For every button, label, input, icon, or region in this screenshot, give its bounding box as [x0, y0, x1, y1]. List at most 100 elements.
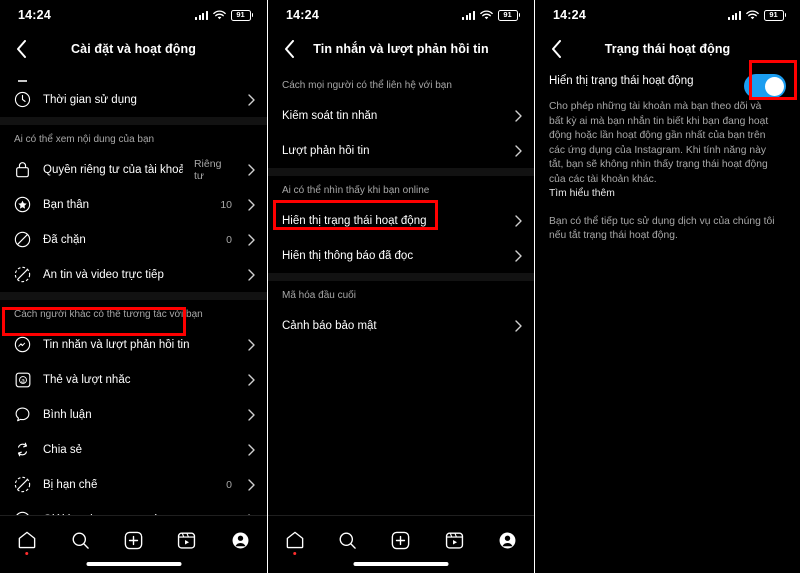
wifi-icon	[745, 9, 759, 19]
chevron-right-icon	[248, 373, 255, 386]
row-label: Cảnh báo bảo mật	[282, 319, 377, 332]
tab-reels[interactable]	[170, 525, 204, 555]
partial-row-above	[0, 68, 267, 82]
home-icon	[18, 531, 36, 549]
back-chevron-icon[interactable]	[545, 38, 567, 60]
row-blocked[interactable]: Đã chặn 0	[0, 222, 267, 257]
row-restricted[interactable]: Bị hạn chế 0	[0, 467, 267, 502]
panel-activity-status: 14:24 91 Trạng thái hoạt động Hiển thị t…	[534, 0, 800, 573]
battery-icon: 91	[763, 9, 786, 21]
profile-icon	[499, 532, 516, 548]
row-label: Lượt phản hồi tin	[282, 144, 370, 157]
row-story-replies[interactable]: Lượt phản hồi tin	[268, 133, 534, 168]
nav-header: Trạng thái hoạt động	[535, 30, 800, 68]
status-time: 14:24	[18, 8, 51, 22]
battery-level: 91	[236, 10, 245, 20]
chevron-right-icon	[248, 478, 255, 491]
bottom-tab-bar	[268, 515, 534, 573]
status-bar: 14:24 91	[535, 0, 800, 30]
tab-home[interactable]	[10, 525, 44, 555]
back-chevron-icon[interactable]	[278, 38, 300, 60]
chevron-right-icon	[248, 233, 255, 246]
tab-search[interactable]	[331, 525, 365, 555]
bottom-tab-bar	[0, 515, 267, 573]
battery-level: 91	[769, 10, 778, 20]
chevron-right-icon	[515, 109, 522, 122]
panel-messages-and-story-replies: 14:24 91 Tin nhắn và lượt phản hồi tin C…	[267, 0, 534, 573]
tab-profile[interactable]	[490, 525, 524, 555]
row-screen-time[interactable]: Thời gian sử dụng	[0, 82, 267, 117]
wifi-icon	[212, 9, 226, 19]
chevron-right-icon	[248, 338, 255, 351]
battery-icon: 91	[497, 9, 520, 21]
panel-settings-and-activity: 14:24 91 Cài đặt và hoạt động Thời gian …	[0, 0, 267, 573]
row-label: Hiển thị trạng thái hoạt động	[282, 214, 427, 227]
home-badge-dot	[24, 551, 29, 555]
row-security-alerts[interactable]: Cảnh báo bảo mật	[268, 308, 534, 343]
tab-create[interactable]	[384, 525, 418, 555]
row-messages-and-story-replies[interactable]: Tin nhắn và lượt phản hồi tin	[0, 327, 267, 362]
three-phone-screenshots: 14:24 91 Cài đặt và hoạt động Thời gian …	[0, 0, 800, 573]
lock-icon	[13, 160, 32, 179]
section-header-end-to-end-encryption: Mã hóa đầu cuối	[282, 290, 356, 301]
back-chevron-icon[interactable]	[10, 38, 32, 60]
activity-status-label: Hiển thị trạng thái hoạt động	[549, 75, 694, 87]
page-title: Trạng thái hoạt động	[604, 42, 731, 56]
learn-more-link[interactable]: Tìm hiểu thêm	[549, 187, 777, 202]
page-title: Tin nhắn và lượt phản hồi tin	[313, 42, 489, 56]
block-icon	[13, 230, 32, 249]
chevron-right-icon	[248, 198, 255, 211]
row-value: 0	[226, 478, 232, 491]
row-value: 0	[226, 233, 232, 246]
chevron-right-icon	[515, 249, 522, 262]
battery-icon: 91	[230, 9, 253, 21]
toggle-knob	[764, 76, 784, 96]
row-sharing[interactable]: Chia sẻ	[0, 432, 267, 467]
tab-create[interactable]	[116, 525, 150, 555]
section-header-who-sees-online: Ai có thể nhìn thấy khi bạn online	[282, 185, 430, 196]
activity-status-note: Bạn có thể tiếp tục sử dụng dịch vụ của …	[549, 215, 775, 242]
activity-status-toggle[interactable]	[744, 74, 786, 98]
status-indicators: 91	[728, 9, 786, 21]
row-comments[interactable]: Bình luận	[0, 397, 267, 432]
row-tags-and-mentions[interactable]: a Thẻ và lượt nhắc	[0, 362, 267, 397]
status-time: 14:24	[553, 8, 586, 22]
activity-status-header-row: Hiển thị trạng thái hoạt động	[549, 74, 786, 98]
row-show-activity-status[interactable]: Hiển thị trạng thái hoạt động	[268, 203, 534, 238]
settings-list: Cách mọi người có thể liên hệ với bạn Ki…	[268, 68, 534, 343]
row-label: Hiển thị thông báo đã đọc	[282, 249, 414, 262]
row-message-controls[interactable]: Kiểm soát tin nhắn	[268, 98, 534, 133]
hide-story-icon	[13, 265, 32, 284]
row-label: Bị hạn chế	[43, 478, 98, 491]
section-header-who-can-see: Ai có thể xem nội dung của bạn	[14, 134, 155, 145]
battery-level: 91	[503, 10, 512, 20]
tab-home[interactable]	[278, 525, 312, 555]
row-label: Kiểm soát tin nhắn	[282, 109, 378, 122]
search-icon	[339, 532, 357, 549]
section-header-how-others-interact: Cách người khác có thể tương tác với bạn	[14, 309, 203, 320]
row-account-privacy[interactable]: Quyền riêng tư của tài khoản Riêng tư	[0, 152, 267, 187]
create-icon	[124, 531, 143, 549]
messenger-icon	[13, 335, 32, 354]
tab-search[interactable]	[63, 525, 97, 555]
tab-profile[interactable]	[223, 525, 257, 555]
nav-header: Cài đặt và hoạt động	[0, 30, 267, 68]
section-divider	[0, 117, 267, 125]
page-title: Cài đặt và hoạt động	[71, 42, 196, 56]
chevron-right-icon	[248, 408, 255, 421]
at-tag-icon: a	[13, 370, 32, 389]
tab-reels[interactable]	[437, 525, 471, 555]
row-close-friends[interactable]: Bạn thân 10	[0, 187, 267, 222]
row-label: Thời gian sử dụng	[43, 93, 137, 106]
share-repost-icon	[13, 440, 32, 459]
status-indicators: 91	[195, 9, 253, 21]
row-label: Đã chặn	[43, 233, 86, 246]
row-show-read-receipts[interactable]: Hiển thị thông báo đã đọc	[268, 238, 534, 273]
row-label: Thẻ và lượt nhắc	[43, 373, 131, 386]
profile-icon	[232, 532, 249, 548]
status-time: 14:24	[286, 8, 319, 22]
clock-icon	[13, 90, 32, 109]
row-hide-story[interactable]: Ẩn tin và video trực tiếp	[0, 257, 267, 292]
home-indicator	[353, 562, 449, 566]
restricted-icon	[13, 475, 32, 494]
